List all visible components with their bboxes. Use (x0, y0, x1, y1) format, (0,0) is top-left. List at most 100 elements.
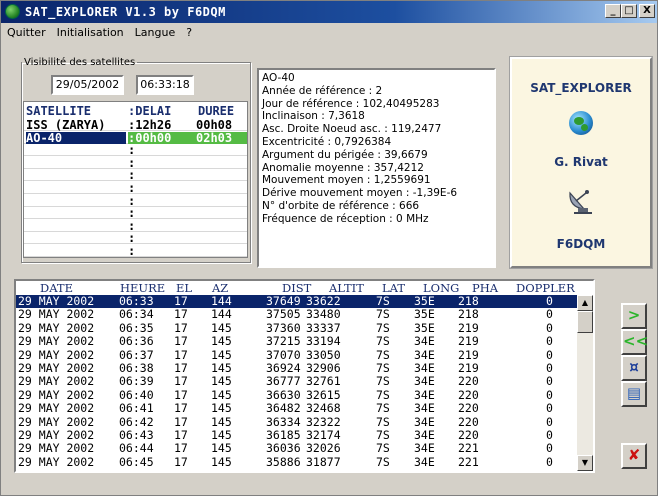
column-header-altit[interactable]: ALTIT (329, 281, 364, 295)
satellite-row[interactable]: : (24, 232, 247, 245)
table-cell-az: 145 (211, 387, 232, 402)
table-row[interactable]: 29 MAY 2002 06:42 17 145 36334 32322 7S 34E 220 0 (16, 414, 578, 429)
close-button[interactable]: ✘ (621, 443, 647, 469)
table-cell-el: 17 (174, 320, 188, 335)
satellite-row[interactable]: : (24, 206, 247, 221)
title-bar[interactable]: SAT_EXPLORER V1.3 by F6DQM _ □ X (1, 1, 657, 23)
table-cell-doppler: 0 (546, 454, 553, 469)
satellite-row[interactable]: : (24, 220, 247, 232)
pass-prediction-table[interactable]: DATE HEURE EL AZ DIST ALTIT LAT LONG PHA DOPPLER … (14, 279, 595, 473)
menu-bar: Quitter Initialisation Langue? (1, 23, 657, 42)
satellite-cell-delai: : (128, 206, 136, 221)
table-cell-doppler: 0 (546, 428, 553, 442)
satellite-cell-satellite: AO-40 (26, 131, 126, 144)
settings-button[interactable]: ¤ (621, 355, 647, 381)
satellite-cell-satellite (26, 144, 126, 156)
orbital-info-line: Mouvement moyen : 1,2559691 (262, 174, 431, 187)
table-cell-long: 34E (414, 387, 435, 402)
table-cell-heure: 06:36 (119, 334, 154, 349)
satellite-grid[interactable]: SATELLITE :DELAI DUREE ISS (ZARYA):12h26… (23, 101, 248, 258)
table-row[interactable]: 29 MAY 2002 06:39 17 145 36777 32761 7S 34E 220 0 (16, 375, 578, 388)
column-header-heure[interactable]: HEURE (120, 281, 165, 295)
table-cell-heure: 06:39 (119, 374, 154, 389)
column-header-el[interactable]: EL (176, 281, 192, 295)
table-row[interactable]: 29 MAY 2002 06:45 17 145 35886 31877 7S 34E 221 0 (16, 454, 578, 469)
table-cell-pha: 220 (458, 387, 479, 402)
satellite-row[interactable]: : (24, 157, 247, 169)
table-cell-dist: 36482 (266, 401, 301, 416)
table-row[interactable]: 29 MAY 2002 06:37 17 145 37070 33050 7S 34E 219 0 (16, 347, 578, 362)
column-header-dist[interactable]: DIST (282, 281, 311, 295)
column-header-long[interactable]: LONG (423, 281, 459, 295)
minimize-button[interactable]: _ (605, 4, 621, 18)
close-button[interactable]: X (639, 4, 655, 18)
menu-help[interactable]: ? (180, 23, 197, 39)
table-cell-date: 29 MAY 2002 (18, 414, 95, 429)
column-header-date[interactable]: DATE (40, 281, 73, 295)
menu-langue[interactable]: Langue (129, 23, 181, 39)
date-field[interactable]: 29/05/2002 (51, 75, 124, 95)
table-cell-pha: 218 (458, 294, 479, 308)
table-cell-pha: 220 (458, 374, 479, 389)
satellite-row[interactable]: : (24, 245, 247, 257)
table-cell-lat: 7S (376, 441, 390, 456)
orbital-info-line: N° d'orbite de référence : 666 (262, 199, 420, 212)
table-row[interactable]: 29 MAY 2002 06:40 17 145 36630 32615 7S 34E 220 0 (16, 387, 578, 402)
satellite-row[interactable]: : (24, 168, 247, 183)
table-cell-dist: 37070 (266, 347, 301, 362)
column-header-pha[interactable]: PHA (472, 281, 498, 295)
scroll-thumb[interactable] (577, 311, 593, 333)
table-cell-dist: 36924 (266, 361, 301, 375)
menu-initialisation[interactable]: Initialisation (51, 23, 129, 39)
table-cell-long: 34E (414, 401, 435, 416)
satellite-cell-delai: : (128, 181, 136, 195)
table-cell-pha: 221 (458, 441, 479, 456)
rewind-arrow-button[interactable]: << (621, 329, 648, 355)
table-cell-heure: 06:45 (119, 454, 154, 469)
table-cell-pha: 219 (458, 347, 479, 362)
table-cell-lat: 7S (376, 374, 390, 389)
satellite-row[interactable]: : (24, 182, 247, 194)
column-header-lat[interactable]: LAT (382, 281, 405, 295)
table-cell-doppler: 0 (546, 347, 553, 362)
orbital-info-line: AO-40 (262, 72, 295, 84)
printer-button[interactable]: ▤ (621, 381, 647, 407)
table-row[interactable]: 29 MAY 2002 06:33 17 144 37649 33622 7S 35E 218 0 (16, 295, 578, 308)
time-field[interactable]: 06:33:18 (136, 75, 194, 95)
table-cell-altit: 32174 (306, 428, 341, 442)
satellite-row[interactable]: : (24, 144, 247, 157)
table-cell-lat: 7S (376, 401, 390, 416)
table-row[interactable]: 29 MAY 2002 06:35 17 145 37360 33337 7S 35E 219 0 (16, 320, 578, 335)
maximize-button[interactable]: □ (621, 4, 637, 18)
table-cell-heure: 06:44 (119, 441, 154, 456)
satellite-row[interactable]: ISS (ZARYA):12h26 00h08 (24, 119, 247, 131)
satellite-cell-duree (196, 182, 247, 194)
table-cell-az: 145 (211, 441, 232, 456)
table-cell-doppler: 0 (546, 361, 553, 375)
satellite-cell-delai: : (128, 168, 136, 183)
table-cell-lat: 7S (376, 428, 390, 442)
scroll-down-button[interactable]: ▼ (577, 455, 593, 471)
satellite-row[interactable]: AO-40:00h00 02h03 (24, 131, 247, 144)
table-cell-long: 35E (414, 294, 435, 308)
table-row[interactable]: 29 MAY 2002 06:43 17 145 36185 32174 7S 34E 220 0 (16, 429, 578, 442)
table-cell-doppler: 0 (546, 307, 553, 322)
scroll-up-button[interactable]: ▲ (577, 295, 593, 311)
column-header-doppler[interactable]: DOPPLER (516, 281, 575, 295)
table-row[interactable]: 29 MAY 2002 06:41 17 145 36482 32468 7S 34E 220 0 (16, 402, 578, 415)
logo-author: G. Rivat (554, 155, 608, 169)
satellite-grid-header: SATELLITE :DELAI DUREE (24, 102, 247, 119)
satellite-cell-satellite (26, 157, 126, 169)
table-cell-pha: 221 (458, 454, 479, 469)
table-row[interactable]: 29 MAY 2002 06:34 17 144 37505 33480 7S 35E 218 0 (16, 308, 578, 321)
table-cell-lat: 7S (376, 320, 390, 335)
column-header-az[interactable]: AZ (212, 281, 228, 295)
table-row[interactable]: 29 MAY 2002 06:36 17 145 37215 33194 7S 34E 219 0 (16, 335, 578, 348)
table-row[interactable]: 29 MAY 2002 06:44 17 145 36036 32026 7S 34E 221 0 (16, 442, 578, 455)
satellite-row[interactable]: : (24, 195, 247, 207)
table-scrollbar[interactable]: ▲ ▼ (577, 295, 593, 471)
next-arrow-button[interactable]: > (621, 303, 647, 329)
table-row[interactable]: 29 MAY 2002 06:38 17 145 36924 32906 7S 34E 219 0 (16, 362, 578, 375)
menu-quitter[interactable]: Quitter (1, 23, 51, 39)
table-cell-lat: 7S (376, 334, 390, 349)
